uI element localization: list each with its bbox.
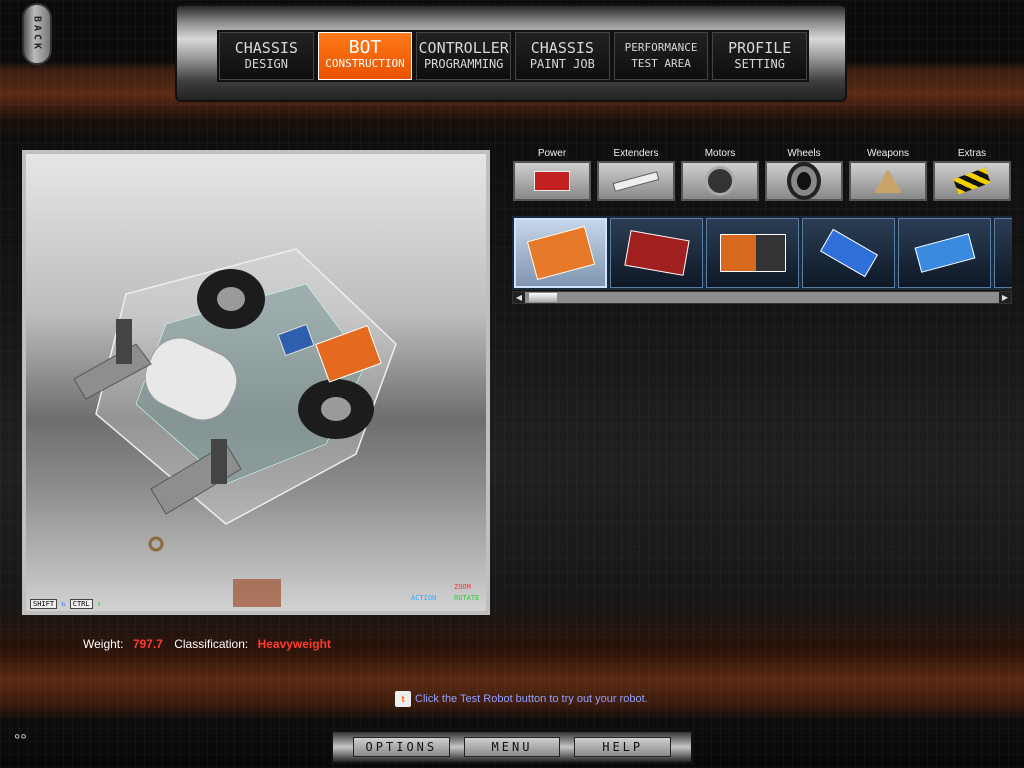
tab-label-line1: CHASSIS — [530, 39, 594, 57]
category-label: Power — [537, 148, 567, 159]
orange-battery-icon — [526, 225, 595, 281]
ctrl-key: CTRL — [69, 599, 93, 609]
weapon-blade-icon[interactable] — [849, 161, 927, 201]
tab-label-line2: SETTING — [734, 57, 785, 71]
robot-stats: Weight: 797.7 Classification: Heavyweigh… — [83, 637, 339, 651]
blue-cell-icon — [914, 233, 975, 273]
part-orange-battery[interactable] — [514, 218, 607, 288]
wheel-hub-right — [321, 397, 351, 421]
tab-label-line2: PROGRAMMING — [423, 57, 504, 71]
fork-plate-top — [116, 319, 132, 364]
fork-plate-bottom — [211, 439, 227, 484]
part-partial[interactable] — [994, 218, 1012, 288]
tab-label-line2: DESIGN — [244, 57, 289, 71]
battery-pack-icon — [719, 234, 786, 272]
tab-label-line1: PERFORMANCE — [624, 41, 698, 54]
tip-bar: t Click the Test Robot button to try out… — [395, 691, 648, 707]
tab-controller-programming[interactable]: CONTROLLER PROGRAMMING — [416, 32, 512, 80]
action-label: ACTION — [411, 594, 437, 602]
viewport-controls-hint: SHIFT ↻ CTRL ↕ — [30, 599, 102, 609]
battery-icon[interactable] — [513, 161, 591, 201]
tab-bot-construction[interactable]: BOT CONSTRUCTION — [317, 32, 413, 80]
tab-label-line1: CONTROLLER — [418, 39, 509, 57]
rotate-arrow-icon: ↻ — [61, 600, 66, 608]
bottom-nav-bar: OPTIONS MENU HELP — [331, 730, 693, 764]
category-motors[interactable]: Motors — [680, 147, 760, 209]
tab-label-line1: PROFILE — [728, 39, 792, 57]
weight-label: Weight: — [83, 637, 124, 651]
category-weapons[interactable]: Weapons — [848, 147, 928, 209]
updown-arrow-icon: ↕ — [96, 600, 102, 608]
part-red-battery[interactable] — [610, 218, 703, 288]
tab-chassis-paint-job[interactable]: CHASSIS PAINT JOB — [515, 32, 610, 80]
category-label: Extras — [957, 148, 987, 159]
wheel-icon[interactable] — [765, 161, 843, 201]
category-extenders[interactable]: Extenders — [596, 147, 676, 209]
category-label: Motors — [704, 148, 736, 159]
robot-model[interactable] — [26, 154, 486, 611]
motor-icon[interactable] — [681, 161, 759, 201]
tip-text: Click the Test Robot button to try out y… — [415, 693, 648, 705]
help-button[interactable]: HELP — [574, 737, 672, 757]
zoom-label: ZOOM — [454, 583, 471, 591]
main-nav-tabs: CHASSIS DESIGN BOT CONSTRUCTION CONTROLL… — [217, 30, 809, 82]
classification-value: Heavyweight — [257, 637, 331, 651]
part-category-tabs: Power Extenders Motors Wheels Weapons Ex… — [512, 147, 1012, 209]
tab-label-line2: CONSTRUCTION — [325, 57, 405, 70]
parts-scrollbar[interactable]: ◀ ▶ — [512, 291, 1012, 304]
part-battery-pack[interactable] — [706, 218, 799, 288]
classification-label: Classification: — [174, 637, 249, 651]
category-label: Wheels — [787, 148, 821, 159]
tab-label-line1: CHASSIS — [234, 39, 298, 57]
extras-hazard-icon[interactable] — [933, 161, 1011, 201]
category-label: Extenders — [613, 148, 659, 159]
blue-battery-icon — [819, 228, 878, 278]
category-wheels[interactable]: Wheels — [764, 147, 844, 209]
red-battery-icon — [623, 230, 690, 276]
part-blue-cell[interactable] — [898, 218, 991, 288]
category-extras[interactable]: Extras — [932, 147, 1012, 209]
extender-bar-icon[interactable] — [597, 161, 675, 201]
scrollbar-thumb[interactable] — [529, 293, 557, 302]
tab-label-line2: TEST AREA — [631, 57, 691, 70]
tab-profile-setting[interactable]: PROFILE SETTING — [712, 32, 808, 80]
main-nav-bar: CHASSIS DESIGN BOT CONSTRUCTION CONTROLL… — [175, 4, 847, 102]
part-blue-battery[interactable] — [802, 218, 895, 288]
category-power[interactable]: Power — [512, 147, 592, 209]
robot-3d-viewport[interactable]: SHIFT ↻ CTRL ↕ ACTION ZOOM ROTATE — [22, 150, 490, 615]
back-label: BACK — [31, 15, 43, 53]
loose-part — [148, 536, 164, 552]
wheel-hub-left — [217, 287, 245, 311]
tab-label-line2: PAINT JOB — [529, 57, 595, 71]
rotate-label: ROTATE — [454, 594, 480, 602]
parts-carousel — [512, 216, 1012, 290]
tab-label-line1: BOT — [348, 37, 382, 58]
menu-button[interactable]: MENU — [463, 737, 561, 757]
tab-performance-test-area[interactable]: PERFORMANCE TEST AREA — [613, 32, 709, 80]
scroll-right-arrow-icon[interactable]: ▶ — [999, 292, 1011, 303]
options-button[interactable]: OPTIONS — [353, 737, 450, 757]
loading-dots-icon: °° — [14, 732, 27, 749]
tips-icon: t — [395, 691, 411, 707]
shift-key: SHIFT — [30, 599, 58, 609]
weight-value: 797.7 — [132, 637, 163, 651]
category-label: Weapons — [866, 148, 910, 159]
scroll-left-arrow-icon[interactable]: ◀ — [513, 292, 525, 303]
selected-part-ghost — [233, 579, 281, 607]
tab-chassis-design[interactable]: CHASSIS DESIGN — [219, 32, 314, 80]
back-button[interactable]: BACK — [22, 3, 52, 65]
